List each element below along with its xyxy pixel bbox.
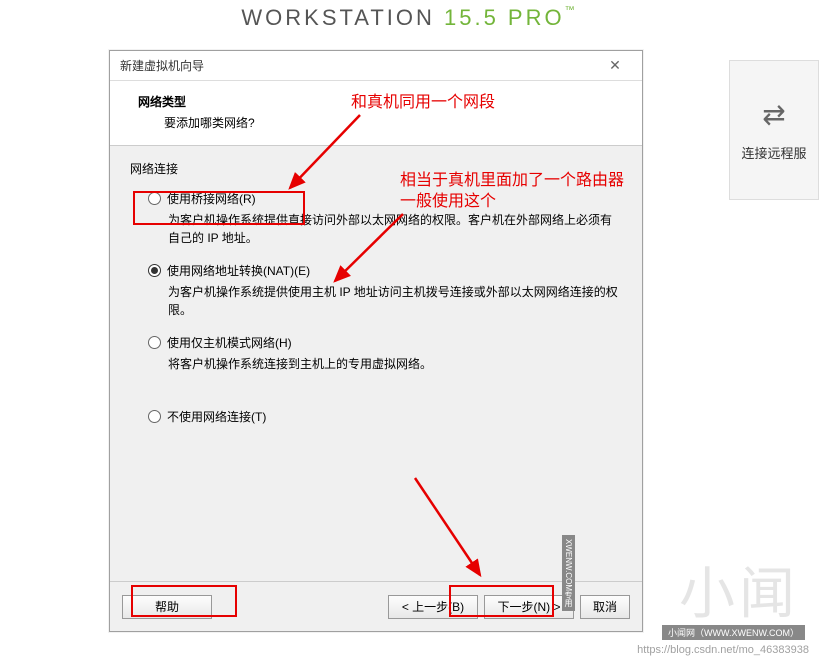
radio-bridged[interactable]: 使用桥接网络(R) <box>130 185 622 209</box>
radio-icon <box>148 192 161 205</box>
radio-icon <box>148 410 161 423</box>
back-button[interactable]: < 上一步(B) <box>388 595 478 619</box>
dialog-titlebar: 新建虚拟机向导 ✕ <box>110 51 642 81</box>
watermark: 小闻 <box>679 549 799 630</box>
connect-remote-tile[interactable]: ⇄ 连接远程服 <box>729 60 819 200</box>
radio-icon <box>148 336 161 349</box>
next-button[interactable]: 下一步(N) > <box>484 595 574 619</box>
dialog-header: 网络类型 要添加哪类网络? <box>110 81 642 146</box>
connect-remote-label: 连接远程服 <box>741 143 806 162</box>
blog-url-watermark: https://blog.csdn.net/mo_46383938 <box>637 644 809 656</box>
watermark-text: 小闻 <box>679 564 799 626</box>
help-button[interactable]: 帮助 <box>122 595 212 619</box>
product-prefix: WORKSTATION <box>241 5 444 30</box>
radio-label: 使用仅主机模式网络(H) <box>167 334 292 351</box>
radio-desc: 为客户机操作系统提供直接访问外部以太网网络的权限。客户机在外部网络上必须有自己的… <box>130 209 622 257</box>
radio-icon <box>148 264 161 277</box>
app-header: WORKSTATION 15.5 PRO™ <box>0 0 819 31</box>
radio-label: 使用网络地址转换(NAT)(E) <box>167 262 310 279</box>
radio-nat[interactable]: 使用网络地址转换(NAT)(E) <box>130 257 622 281</box>
dialog-header-title: 网络类型 <box>134 93 618 110</box>
transfer-icon: ⇄ <box>762 98 785 131</box>
product-title: WORKSTATION 15.5 PRO™ <box>241 5 577 30</box>
radio-desc: 将客户机操作系统连接到主机上的专用虚拟网络。 <box>130 353 622 383</box>
product-version: 15.5 PRO <box>444 5 565 30</box>
close-icon[interactable]: ✕ <box>598 56 632 76</box>
radio-no-network[interactable]: 不使用网络连接(T) <box>130 403 622 427</box>
radio-desc: 为客户机操作系统提供使用主机 IP 地址访问主机拨号连接或外部以太网网络连接的权… <box>130 281 622 329</box>
radio-label: 不使用网络连接(T) <box>167 408 266 425</box>
dialog-header-subtitle: 要添加哪类网络? <box>134 114 618 131</box>
watermark-bar: 小闻网（WWW.XWENW.COM） <box>662 625 805 640</box>
radio-label: 使用桥接网络(R) <box>167 190 256 207</box>
cancel-button[interactable]: 取消 <box>580 595 630 619</box>
watermark-vertical: XWENW.COM专用 <box>562 535 575 611</box>
group-label-network: 网络连接 <box>130 160 622 177</box>
radio-host-only[interactable]: 使用仅主机模式网络(H) <box>130 329 622 353</box>
dialog-body: 网络连接 使用桥接网络(R) 为客户机操作系统提供直接访问外部以太网网络的权限。… <box>110 146 642 581</box>
dialog-title: 新建虚拟机向导 <box>120 57 204 74</box>
